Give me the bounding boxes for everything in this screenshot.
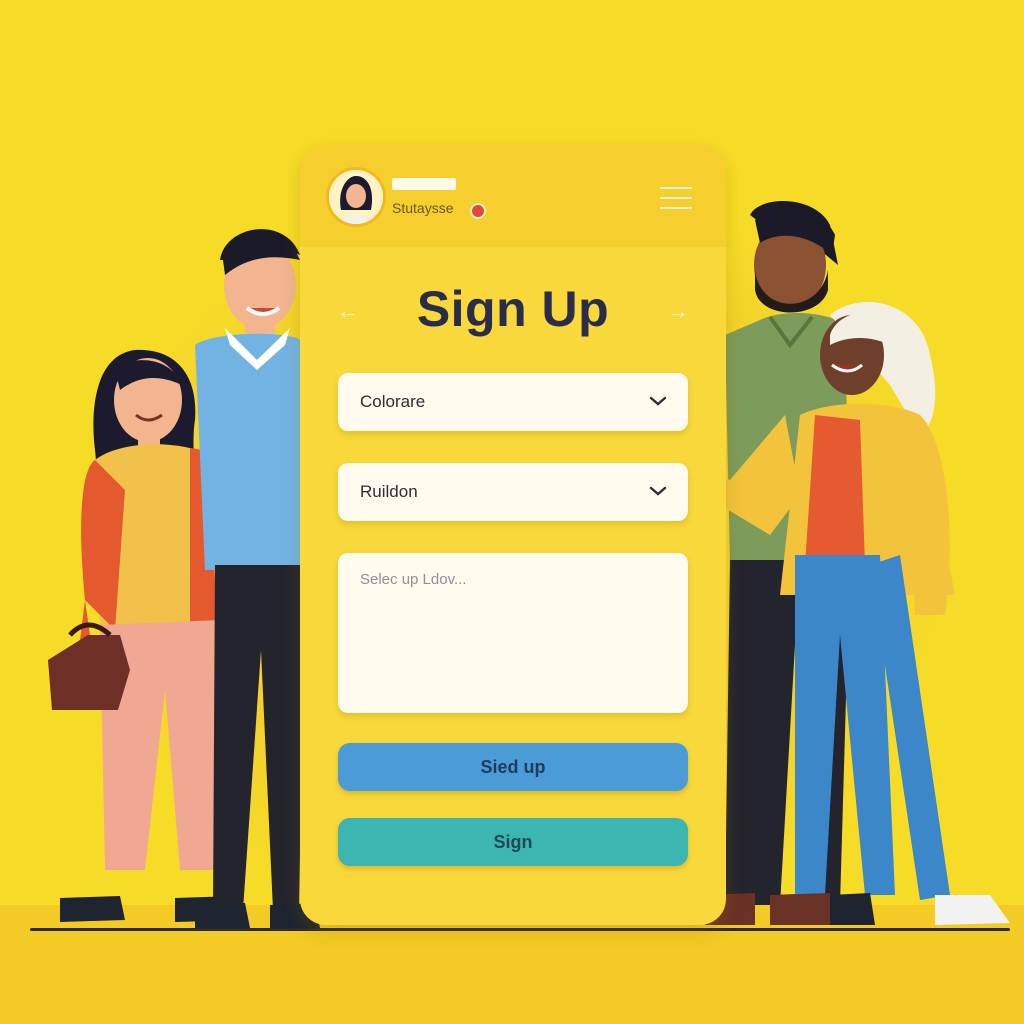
notification-dot-icon[interactable] — [470, 203, 486, 219]
illustration-woman-right — [690, 302, 1010, 925]
signup-primary-button[interactable]: Sied up — [338, 743, 688, 791]
signup-phone-card: Stutaysse ← Sign Up → Colorare Ruildon S… — [300, 145, 726, 925]
signup-secondary-button[interactable]: Sign — [338, 818, 688, 866]
select-field-2[interactable]: Ruildon — [338, 463, 688, 521]
avatar-portrait-icon — [329, 170, 383, 224]
select-field-1-value: Colorare — [360, 392, 426, 411]
chevron-down-icon — [649, 396, 667, 406]
avatar[interactable] — [326, 167, 386, 227]
next-arrow-icon[interactable]: → — [666, 299, 690, 323]
hamburger-menu-icon[interactable] — [660, 185, 692, 211]
display-name-placeholder — [392, 178, 456, 190]
page-title: Sign Up — [416, 281, 610, 337]
app-header: Stutaysse — [300, 145, 726, 247]
chevron-down-icon — [649, 486, 667, 496]
select-field-1[interactable]: Colorare — [338, 373, 688, 431]
select-field-2-value: Ruildon — [360, 482, 418, 501]
details-textarea[interactable] — [338, 553, 688, 713]
username-label: Stutaysse — [392, 200, 454, 216]
